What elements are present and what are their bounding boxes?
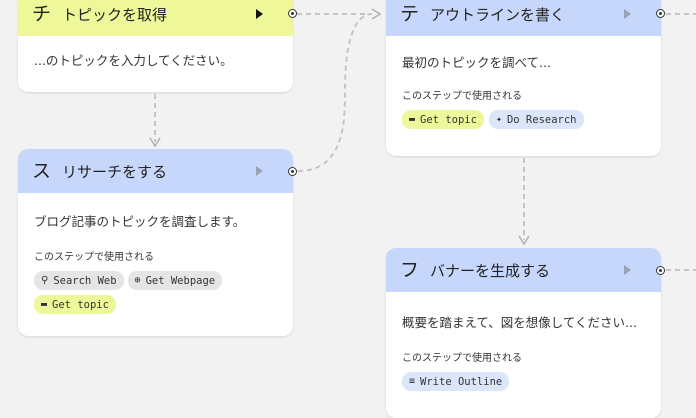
node-body: 最初のトピックを調べて... このステップで使用される ▬ Get topic … <box>386 36 661 139</box>
list-icon: ≡ <box>409 376 416 387</box>
node-header[interactable]: フ バナーを生成する <box>386 248 661 292</box>
play-icon[interactable] <box>624 9 631 19</box>
node-title: トピックを取得 <box>62 5 168 24</box>
chip-do-research[interactable]: ✦ Do Research <box>488 110 584 129</box>
node-title: アウトラインを書く <box>430 5 566 24</box>
search-icon: ⚲ <box>41 275 49 286</box>
play-icon[interactable] <box>256 9 263 19</box>
tool-chips: ▬ Get topic ✦ Do Research <box>402 110 645 129</box>
chip-label: Get topic <box>52 298 109 311</box>
node-type-icon: ス <box>32 159 52 182</box>
used-in-step-label: このステップで使用される <box>402 91 522 102</box>
connector-research-to-outline <box>297 13 373 172</box>
node-type-icon: フ <box>400 258 420 281</box>
used-in-step-label: このステップで使用される <box>402 353 522 364</box>
node-description: 概要を踏まえて、図を想像してください... <box>402 315 637 330</box>
connector-arrowhead <box>371 8 382 20</box>
chip-get-webpage[interactable]: ⊕ Get Webpage <box>127 271 223 290</box>
block-icon: ▬ <box>409 114 416 125</box>
node-banner[interactable]: フ バナーを生成する 概要を踏まえて、図を想像してください... このステップで… <box>386 248 661 418</box>
tool-chips: ⚲ Search Web ⊕ Get Webpage ▬ Get topic <box>34 271 254 314</box>
chip-get-topic[interactable]: ▬ Get topic <box>402 110 484 129</box>
workflow-canvas[interactable]: チ トピックを取得 ...のトピックを入力してください。 ス リサーチをする ブ… <box>0 0 696 418</box>
node-body: 概要を踏まえて、図を想像してください... このステップで使用される ≡ Wri… <box>386 292 661 401</box>
chip-label: Write Outline <box>420 375 503 388</box>
node-title: リサーチをする <box>62 162 168 181</box>
tool-chips: ≡ Write Outline <box>402 372 645 391</box>
play-icon[interactable] <box>256 166 263 176</box>
node-header[interactable]: ス リサーチをする <box>18 149 293 193</box>
node-body: ブログ記事のトピックを調査します。 このステップで使用される ⚲ Search … <box>18 193 293 324</box>
block-icon: ▬ <box>41 299 48 310</box>
node-research[interactable]: ス リサーチをする ブログ記事のトピックを調査します。 このステップで使用される… <box>18 149 293 336</box>
chip-label: Search Web <box>53 274 117 287</box>
node-description: ...のトピックを入力してください。 <box>34 53 233 68</box>
output-port[interactable] <box>288 9 297 18</box>
node-header[interactable]: チ トピックを取得 <box>18 0 293 36</box>
sparkle-icon: ✦ <box>495 114 502 125</box>
chip-write-outline[interactable]: ≡ Write Outline <box>402 372 510 391</box>
node-type-icon: チ <box>32 2 52 25</box>
play-icon[interactable] <box>624 265 631 275</box>
chip-label: Do Research <box>506 113 577 126</box>
node-description: 最初のトピックを調べて... <box>402 55 551 70</box>
node-header[interactable]: テ アウトラインを書く <box>386 0 661 36</box>
node-title: バナーを生成する <box>430 261 551 280</box>
node-description: ブログ記事のトピックを調査します。 <box>34 214 246 229</box>
connector-arrowhead <box>149 137 161 148</box>
node-get-topic[interactable]: チ トピックを取得 ...のトピックを入力してください。 <box>18 0 293 92</box>
node-outline[interactable]: テ アウトラインを書く 最初のトピックを調べて... このステップで使用される … <box>386 0 661 156</box>
chip-label: Get topic <box>420 113 477 126</box>
node-type-icon: テ <box>400 2 420 25</box>
chip-search-web[interactable]: ⚲ Search Web <box>34 271 124 290</box>
output-port[interactable] <box>288 167 297 176</box>
used-in-step-label: このステップで使用される <box>34 252 154 263</box>
globe-icon: ⊕ <box>134 275 141 286</box>
chip-label: Get Webpage <box>145 274 216 287</box>
connector-arrowhead <box>518 235 530 246</box>
output-port[interactable] <box>656 266 665 275</box>
output-port[interactable] <box>656 9 665 18</box>
node-body: ...のトピックを入力してください。 <box>18 36 293 79</box>
chip-get-topic[interactable]: ▬ Get topic <box>34 295 116 314</box>
